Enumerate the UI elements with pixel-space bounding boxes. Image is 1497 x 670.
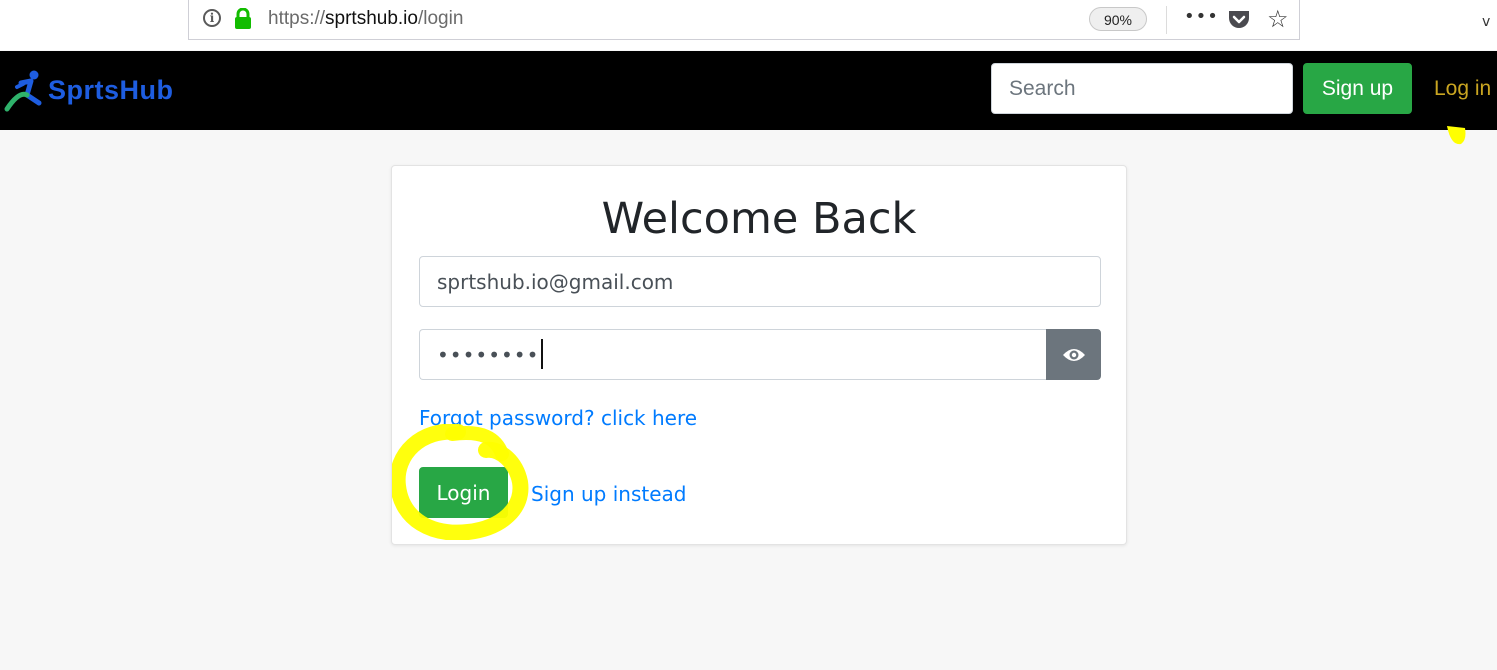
- zoom-level-badge[interactable]: 90%: [1089, 7, 1147, 31]
- address-bar[interactable]: i https://sprtshub.io/login 90% ••• ☆: [188, 0, 1300, 40]
- page-title: Welcome Back: [601, 194, 917, 244]
- browser-toolbar: i https://sprtshub.io/login 90% ••• ☆ v: [0, 0, 1497, 50]
- eye-icon: [1063, 349, 1085, 361]
- pocket-icon[interactable]: [1227, 8, 1251, 30]
- login-card: Welcome Back Forgot password? click here…: [391, 165, 1127, 545]
- email-field[interactable]: [419, 256, 1101, 307]
- more-actions-icon[interactable]: •••: [1184, 6, 1219, 27]
- highlight-annotation: [1447, 126, 1466, 145]
- url-domain: sprtshub.io: [325, 8, 418, 29]
- text-caret: [541, 339, 543, 369]
- divider: [1166, 6, 1167, 34]
- runner-logo-icon: [4, 70, 42, 112]
- password-group: [419, 329, 1101, 380]
- login-button[interactable]: Login: [419, 467, 508, 518]
- info-icon[interactable]: i: [203, 9, 221, 27]
- forgot-password-link[interactable]: Forgot password? click here: [419, 406, 697, 430]
- brand-logo[interactable]: SprtsHub: [3, 69, 203, 113]
- search-input[interactable]: [991, 63, 1293, 114]
- brand-name: SprtsHub: [48, 75, 174, 105]
- chevron-down-icon[interactable]: v: [1482, 14, 1490, 30]
- login-link[interactable]: Log in: [1434, 77, 1491, 101]
- password-field[interactable]: [419, 329, 1047, 380]
- signup-instead-link[interactable]: Sign up instead: [531, 482, 686, 506]
- lock-icon: [235, 8, 251, 29]
- signup-button[interactable]: Sign up: [1303, 63, 1412, 114]
- bookmark-star-icon[interactable]: ☆: [1267, 5, 1289, 33]
- url-text[interactable]: https://sprtshub.io/login: [268, 8, 463, 30]
- show-password-button[interactable]: [1046, 329, 1101, 380]
- url-path: /login: [417, 8, 464, 29]
- url-prefix: https://: [268, 8, 326, 29]
- site-navbar: SprtsHub Sign up Log in: [0, 51, 1497, 130]
